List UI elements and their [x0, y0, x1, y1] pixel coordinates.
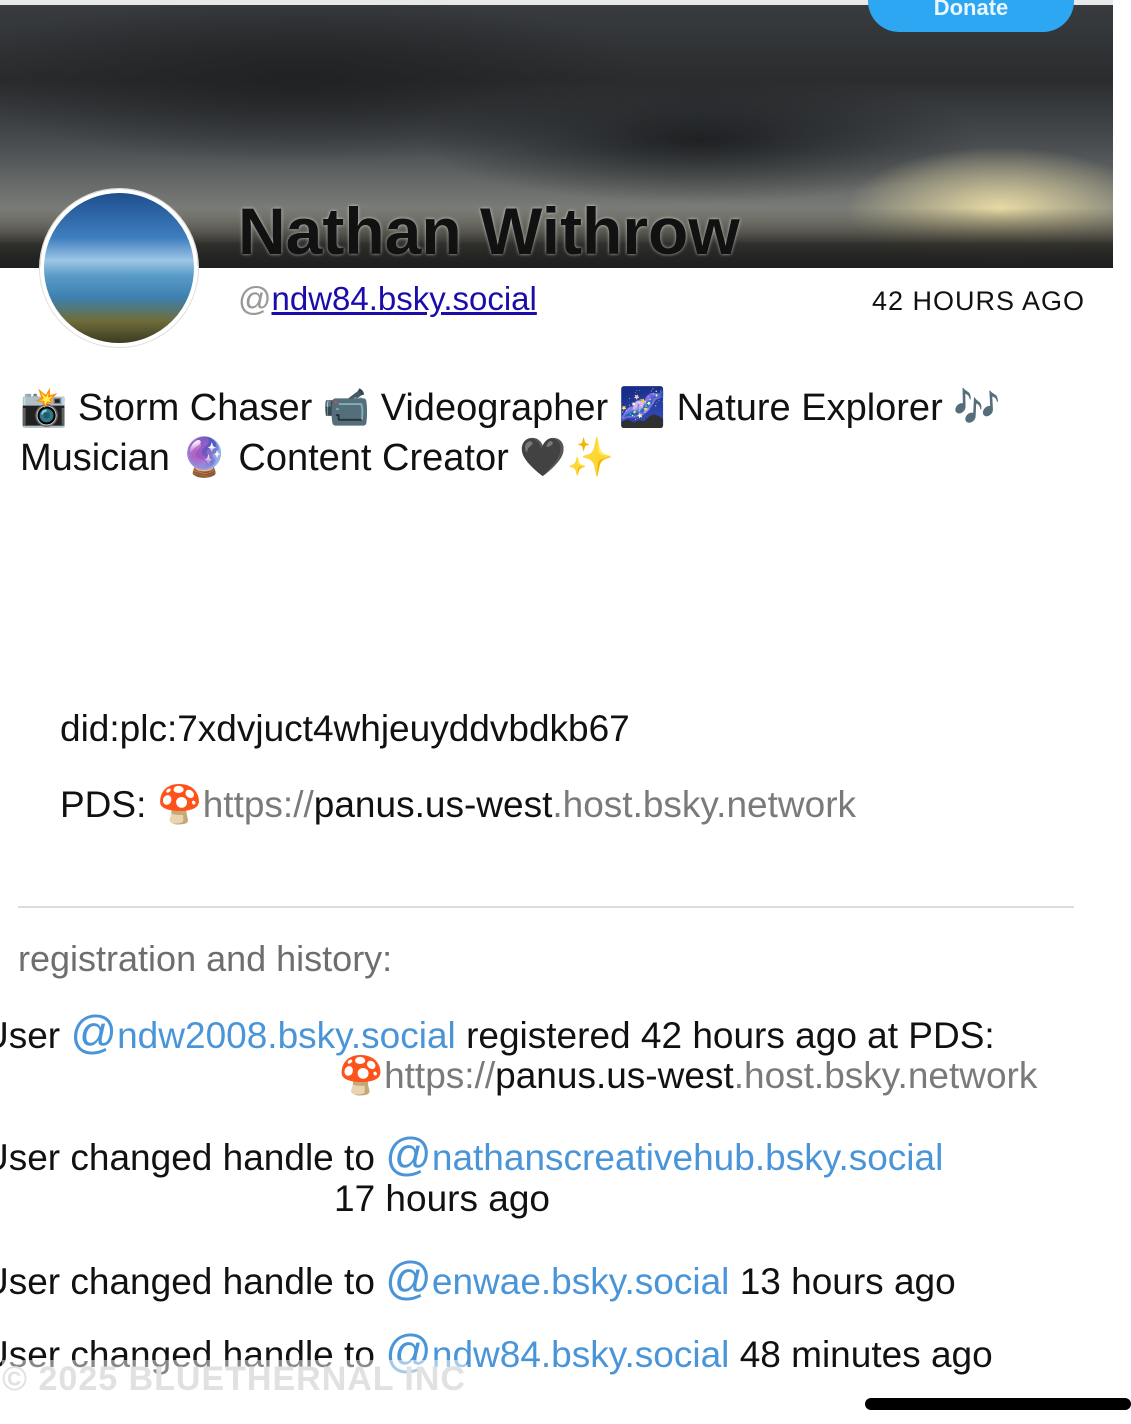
pds-label: PDS: — [60, 784, 147, 825]
mushroom-icon: 🍄 — [338, 1055, 385, 1096]
section-divider — [18, 906, 1074, 908]
history-time: 48 minutes ago — [739, 1334, 993, 1375]
right-margin — [1113, 0, 1131, 1424]
pds-scheme: https:// — [202, 784, 314, 825]
pds-scheme: https:// — [384, 1055, 496, 1096]
profile-handle: @ndw84.bsky.social — [238, 280, 537, 318]
copyright-watermark: © 2025 BLUETHERNAL INC — [2, 1360, 466, 1399]
mushroom-icon: 🍄 — [156, 784, 203, 825]
pds-domain: .host.bsky.network — [733, 1055, 1038, 1096]
history-prefix: User changed handle to — [0, 1137, 375, 1178]
avatar[interactable] — [40, 189, 198, 347]
handle-at-symbol: @ — [238, 280, 272, 317]
history-time: 13 hours ago — [739, 1261, 956, 1302]
history-handle-link[interactable]: @enwae.bsky.social — [385, 1252, 729, 1304]
history-entry: User changed handle to @enwae.bsky.socia… — [0, 1251, 956, 1305]
history-prefix: User changed handle to — [0, 1261, 375, 1302]
donate-button[interactable]: Donate — [868, 0, 1074, 32]
did-value: did:plc:7xdvjuct4whjeuyddvbdkb67 — [60, 708, 630, 749]
pds-host: panus.us-west — [313, 784, 553, 825]
handle-link[interactable]: ndw84.bsky.social — [272, 280, 537, 317]
history-text: registered 42 hours ago at PDS: — [466, 1015, 995, 1056]
history-entry: User changed handle to @nathanscreativeh… — [0, 1127, 943, 1181]
history-entry: User @ndw2008.bsky.social registered 42 … — [0, 1005, 995, 1059]
home-indicator[interactable] — [865, 1398, 1131, 1410]
history-time: 17 hours ago — [334, 1178, 551, 1219]
history-handle-link[interactable]: @nathanscreativehub.bsky.social — [385, 1128, 943, 1180]
history-heading: registration and history: — [18, 938, 393, 979]
profile-time-ago: 42 HOURS AGO — [872, 286, 1086, 316]
pds-domain: .host.bsky.network — [552, 784, 857, 825]
pds-line: PDS: 🍄https://panus.us-west.host.bsky.ne… — [60, 784, 856, 827]
display-name: Nathan Withrow — [238, 194, 740, 268]
history-handle-link[interactable]: @ndw2008.bsky.social — [70, 1006, 455, 1058]
profile-bio: 📸 Storm Chaser 📹 Videographer 🌌 Nature E… — [20, 387, 1001, 479]
history-prefix: User — [0, 1015, 61, 1056]
pds-host: panus.us-west — [495, 1055, 734, 1096]
history-entry-pds: 🍄https://panus.us-west.host.bsky.network — [338, 1055, 1037, 1098]
